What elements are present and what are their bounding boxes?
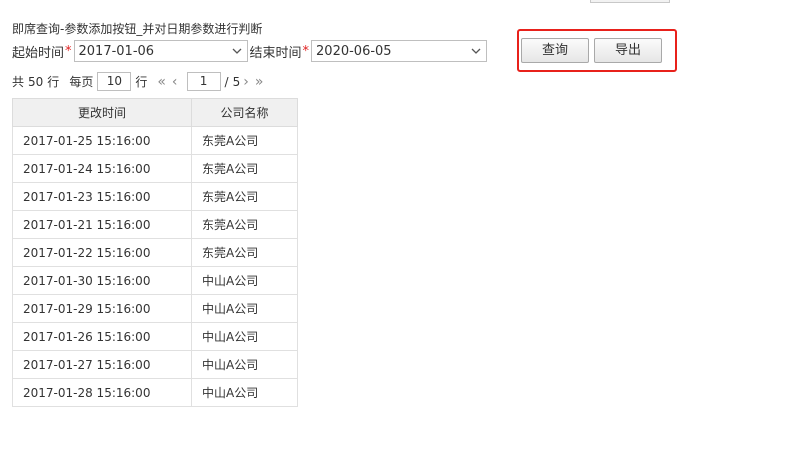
cell-time: 2017-01-28 15:16:00 bbox=[12, 378, 192, 407]
cell-company: 中山A公司 bbox=[191, 294, 298, 323]
page-separator: / bbox=[224, 74, 229, 89]
table-row: 2017-01-27 15:16:00 中山A公司 bbox=[12, 350, 298, 379]
result-table: 更改时间 公司名称 2017-01-25 15:16:00 东莞A公司 2017-… bbox=[12, 98, 298, 407]
end-time-select[interactable]: 2020-06-05 bbox=[311, 40, 488, 62]
end-time-label: 结束时间 bbox=[249, 45, 302, 61]
table-row: 2017-01-21 15:16:00 东莞A公司 bbox=[12, 210, 298, 239]
export-button[interactable]: 导出 bbox=[594, 38, 662, 63]
chevron-down-icon bbox=[471, 48, 481, 54]
total-prefix: 共 bbox=[12, 75, 25, 89]
cell-time: 2017-01-27 15:16:00 bbox=[12, 350, 192, 379]
header-change-time: 更改时间 bbox=[12, 98, 192, 127]
chevron-down-icon bbox=[232, 48, 241, 54]
cell-time: 2017-01-30 15:16:00 bbox=[12, 266, 192, 295]
page-title: 即席查询-参数添加按钮_并对日期参数进行判断 bbox=[12, 22, 263, 36]
cell-company: 中山A公司 bbox=[191, 322, 298, 351]
pager: 共 50 行 每页 10 行 « ‹ 1 / 5 › » bbox=[12, 71, 266, 92]
cell-time: 2017-01-29 15:16:00 bbox=[12, 294, 192, 323]
table-row: 2017-01-30 15:16:00 中山A公司 bbox=[12, 266, 298, 295]
cell-company: 中山A公司 bbox=[191, 350, 298, 379]
last-page-icon[interactable]: » bbox=[255, 74, 264, 90]
header-company-name: 公司名称 bbox=[191, 98, 298, 127]
table-row: 2017-01-29 15:16:00 中山A公司 bbox=[12, 294, 298, 323]
total-pages: 5 bbox=[232, 74, 241, 89]
cell-time: 2017-01-22 15:16:00 bbox=[12, 238, 192, 267]
cell-company: 中山A公司 bbox=[191, 266, 298, 295]
cell-time: 2017-01-25 15:16:00 bbox=[12, 126, 192, 155]
required-mark: * bbox=[65, 43, 72, 59]
prev-page-icon[interactable]: ‹ bbox=[172, 74, 178, 90]
cell-company: 东莞A公司 bbox=[191, 154, 298, 183]
cell-company: 中山A公司 bbox=[191, 378, 298, 407]
cell-time: 2017-01-23 15:16:00 bbox=[12, 182, 192, 211]
cell-time: 2017-01-26 15:16:00 bbox=[12, 322, 192, 351]
param-row: 起始时间 * 2017-01-06 结束时间 * 2020-06-05 bbox=[12, 39, 488, 63]
cell-company: 东莞A公司 bbox=[191, 238, 298, 267]
top-edge-fragment bbox=[590, 0, 670, 3]
current-page-input[interactable]: 1 bbox=[186, 72, 221, 91]
total-suffix: 行 bbox=[47, 75, 60, 89]
cell-time: 2017-01-24 15:16:00 bbox=[12, 154, 192, 183]
per-page-suffix: 行 bbox=[135, 75, 148, 89]
query-button[interactable]: 查询 bbox=[521, 38, 589, 63]
per-page-input[interactable]: 10 bbox=[97, 72, 132, 91]
table-row: 2017-01-23 15:16:00 东莞A公司 bbox=[12, 182, 298, 211]
table-row: 2017-01-26 15:16:00 中山A公司 bbox=[12, 322, 298, 351]
cell-company: 东莞A公司 bbox=[191, 210, 298, 239]
first-page-icon[interactable]: « bbox=[157, 74, 166, 90]
table-row: 2017-01-25 15:16:00 东莞A公司 bbox=[12, 126, 298, 155]
total-count: 50 bbox=[28, 74, 44, 89]
start-time-select[interactable]: 2017-01-06 bbox=[73, 40, 248, 62]
cell-time: 2017-01-21 15:16:00 bbox=[12, 210, 192, 239]
cell-company: 东莞A公司 bbox=[191, 182, 298, 211]
table-row: 2017-01-28 15:16:00 中山A公司 bbox=[12, 378, 298, 407]
start-time-value: 2017-01-06 bbox=[78, 43, 155, 59]
table-row: 2017-01-24 15:16:00 东莞A公司 bbox=[12, 154, 298, 183]
required-mark: * bbox=[302, 43, 310, 59]
table-row: 2017-01-22 15:16:00 东莞A公司 bbox=[12, 238, 298, 267]
end-time-value: 2020-06-05 bbox=[316, 43, 392, 59]
cell-company: 东莞A公司 bbox=[191, 126, 298, 155]
start-time-label: 起始时间 bbox=[12, 45, 65, 61]
per-page-label: 每页 bbox=[69, 75, 94, 89]
next-page-icon[interactable]: › bbox=[243, 74, 249, 90]
table-header-row: 更改时间 公司名称 bbox=[12, 98, 298, 127]
